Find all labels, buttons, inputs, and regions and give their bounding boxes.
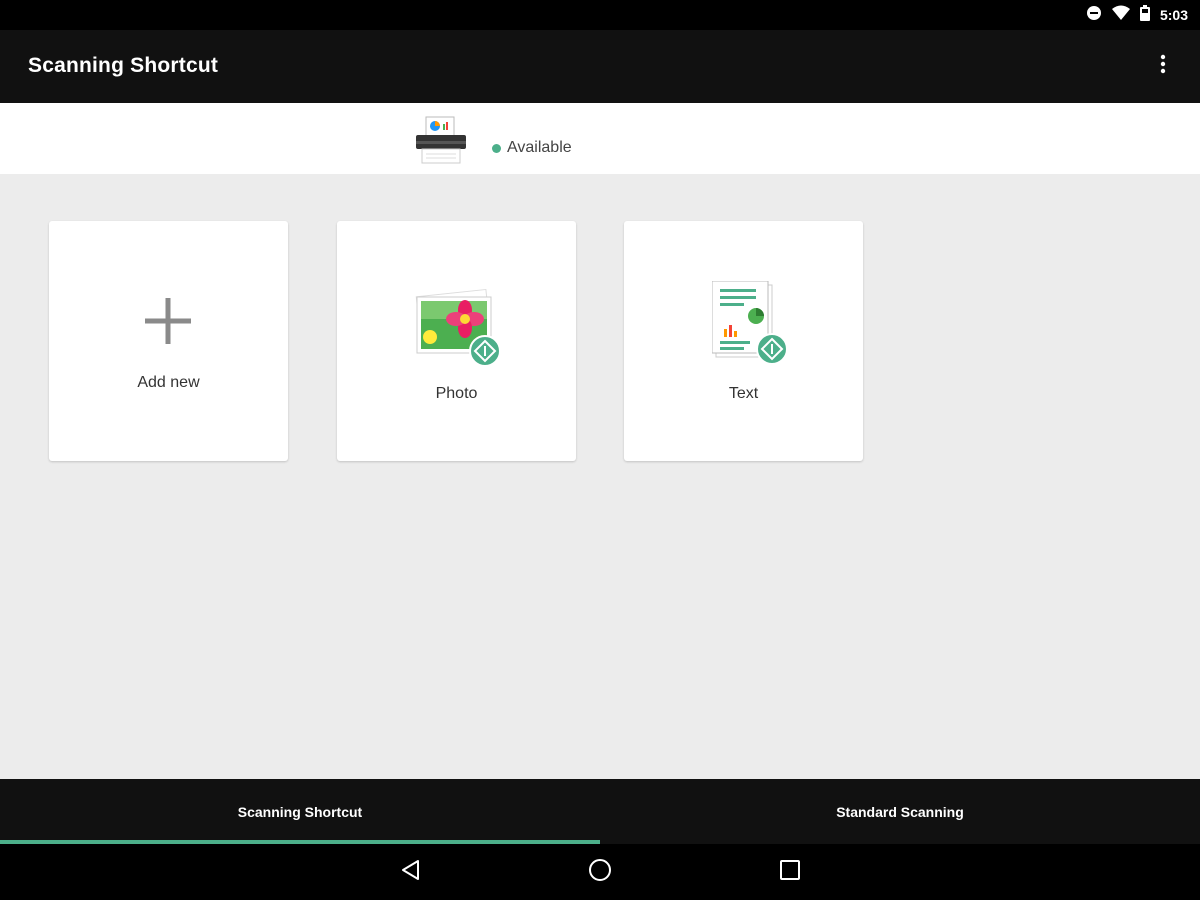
text-card[interactable]: Text [624, 221, 863, 461]
do-not-disturb-icon [1086, 5, 1102, 26]
photo-icon [415, 288, 501, 367]
home-button[interactable] [580, 852, 620, 892]
scanner-icon [414, 115, 468, 165]
plus-icon [145, 298, 191, 344]
recents-icon [780, 859, 800, 885]
wifi-icon [1111, 5, 1130, 26]
bottom-tab-bar: Scanning Shortcut Standard Scanning [0, 779, 1200, 844]
back-icon [400, 859, 420, 886]
status-icons: 5:03 [1086, 0, 1188, 30]
tab-standard-scanning[interactable]: Standard Scanning [600, 779, 1200, 844]
add-new-card[interactable]: Add new [49, 221, 288, 461]
app-bar: Scanning Shortcut [0, 30, 1200, 103]
availability-label: Available [507, 139, 572, 156]
card-label: Add new [137, 374, 200, 391]
status-time: 5:03 [1159, 7, 1188, 23]
device-status-strip[interactable]: Available [0, 103, 1200, 174]
device-availability: Available [492, 139, 572, 157]
recents-button[interactable] [770, 852, 810, 892]
app-title: Scanning Shortcut [28, 54, 219, 77]
system-navigation-bar [0, 844, 1200, 900]
home-icon [588, 858, 612, 887]
document-icon [712, 281, 788, 365]
status-bar: 5:03 [0, 0, 1200, 30]
more-vertical-icon [1160, 54, 1166, 79]
tab-scanning-shortcut[interactable]: Scanning Shortcut [0, 779, 600, 844]
status-dot [492, 143, 501, 153]
photo-card[interactable]: Photo [337, 221, 576, 461]
card-label: Text [728, 385, 759, 402]
back-button[interactable] [390, 852, 430, 892]
card-label: Photo [435, 385, 478, 402]
battery-icon [1139, 4, 1150, 26]
overflow-menu-button[interactable] [1148, 50, 1178, 82]
